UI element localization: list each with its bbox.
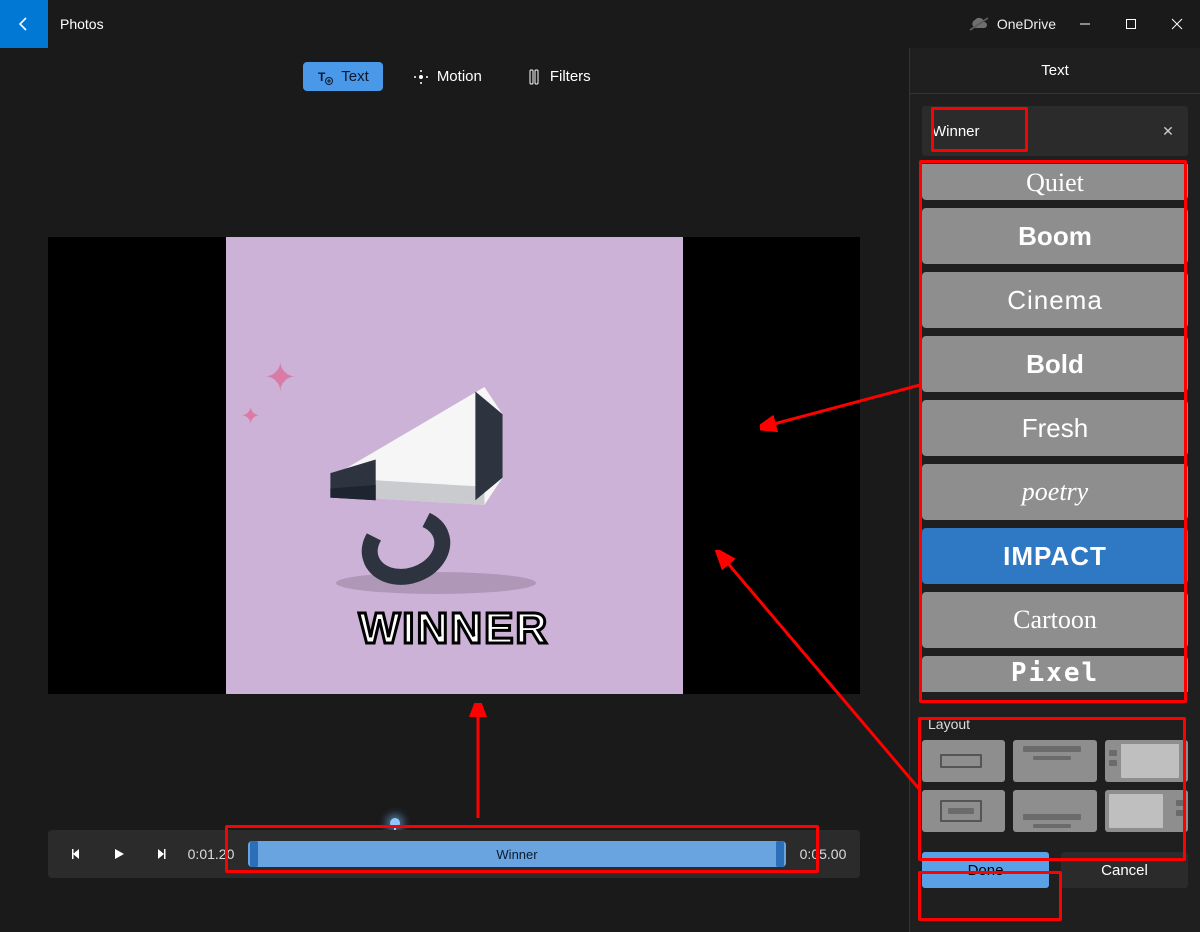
time-total: 0:05.00 xyxy=(794,846,852,862)
tab-text[interactable]: T Text xyxy=(303,62,383,91)
layout-top[interactable] xyxy=(1013,740,1096,782)
tab-text-label: Text xyxy=(341,68,369,85)
style-pixel[interactable]: Pixel xyxy=(922,656,1188,692)
sparkle-icon: ✦ xyxy=(264,355,298,401)
tab-motion[interactable]: Motion xyxy=(399,62,496,91)
onedrive-label: OneDrive xyxy=(997,16,1056,32)
sparkle-icon: ✦ xyxy=(241,402,261,431)
tab-filters[interactable]: Filters xyxy=(512,62,605,91)
style-cinema[interactable]: Cinema xyxy=(922,272,1188,328)
cloud-disabled-icon xyxy=(969,17,989,31)
cancel-button[interactable]: Cancel xyxy=(1061,852,1188,888)
style-impact[interactable]: IMPACT xyxy=(922,528,1188,584)
app-title: Photos xyxy=(60,16,104,32)
svg-text:T: T xyxy=(318,70,326,84)
minimize-button[interactable] xyxy=(1062,8,1108,40)
layout-grid xyxy=(922,740,1188,832)
close-button[interactable] xyxy=(1154,8,1200,40)
text-input-row: ✕ xyxy=(922,106,1188,156)
preview-frame[interactable]: ✦ ✦ WINNER xyxy=(226,237,683,694)
style-boom[interactable]: Boom xyxy=(922,208,1188,264)
layout-center-box[interactable] xyxy=(922,790,1005,832)
next-frame-button[interactable] xyxy=(140,830,182,878)
tab-motion-label: Motion xyxy=(437,68,482,85)
text-styles-list: Quiet Boom Cinema Bold Fresh poetry IMPA… xyxy=(922,164,1188,702)
layout-label: Layout xyxy=(928,716,1200,732)
style-quiet[interactable]: Quiet xyxy=(922,164,1188,200)
layout-bottom[interactable] xyxy=(1013,790,1096,832)
panel-title: Text xyxy=(910,48,1200,94)
text-add-icon: T xyxy=(317,69,333,85)
video-preview: ✦ ✦ WINNER xyxy=(48,237,860,694)
tool-tabs: T Text Motion Filters xyxy=(0,56,908,97)
clip-trim-right[interactable] xyxy=(776,841,784,867)
window-controls xyxy=(1062,8,1200,40)
overlay-text[interactable]: WINNER xyxy=(226,604,683,654)
maximize-button[interactable] xyxy=(1108,8,1154,40)
annotation-arrow xyxy=(458,703,498,823)
time-current: 0:01.20 xyxy=(182,846,240,862)
style-fresh[interactable]: Fresh xyxy=(922,400,1188,456)
timeline-clip[interactable]: Winner xyxy=(248,841,786,867)
play-button[interactable] xyxy=(98,830,140,878)
layout-right[interactable] xyxy=(1105,790,1188,832)
motion-icon xyxy=(413,69,429,85)
text-panel: Text ✕ Quiet Boom Cinema Bold Fresh poet… xyxy=(909,48,1200,932)
clip-trim-left[interactable] xyxy=(250,841,258,867)
style-cartoon[interactable]: Cartoon xyxy=(922,592,1188,648)
layout-left[interactable] xyxy=(1105,740,1188,782)
playback-bar: 0:01.20 Winner 0:05.00 xyxy=(48,830,860,878)
filters-icon xyxy=(526,69,542,85)
title-bar: Photos OneDrive xyxy=(0,0,1200,48)
style-bold[interactable]: Bold xyxy=(922,336,1188,392)
prev-frame-button[interactable] xyxy=(56,830,98,878)
megaphone-graphic xyxy=(276,364,536,624)
layout-center-middle[interactable] xyxy=(922,740,1005,782)
text-input[interactable] xyxy=(922,115,1148,148)
onedrive-status[interactable]: OneDrive xyxy=(969,16,1056,32)
clear-text-button[interactable]: ✕ xyxy=(1148,123,1188,140)
done-button[interactable]: Done xyxy=(922,852,1049,888)
clip-label: Winner xyxy=(496,847,537,862)
tab-filters-label: Filters xyxy=(550,68,591,85)
back-button[interactable] xyxy=(0,0,48,48)
style-poetry[interactable]: poetry xyxy=(922,464,1188,520)
panel-buttons: Done Cancel xyxy=(922,852,1188,888)
